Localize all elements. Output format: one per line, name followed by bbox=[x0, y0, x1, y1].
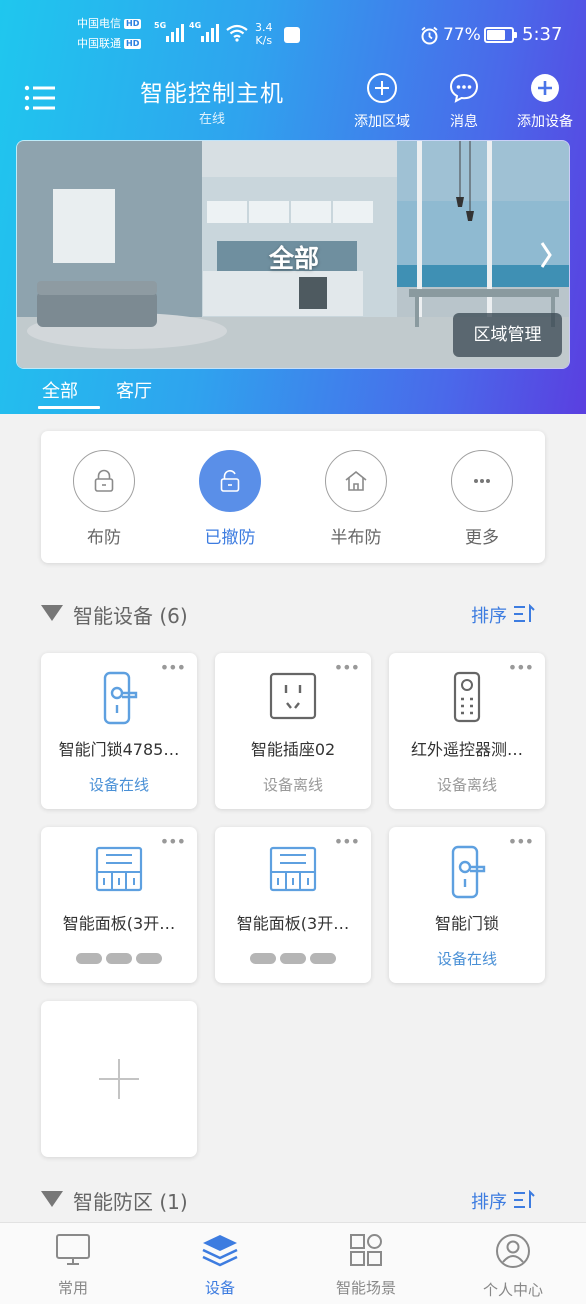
lock-open-icon bbox=[220, 470, 240, 492]
nav-profile[interactable]: 个人中心 bbox=[458, 1233, 568, 1300]
status-bar: 中国电信 HD 中国联通 HD 5G 4G 3.4 K/s 77% 5:37 bbox=[0, 0, 586, 60]
signal-icon bbox=[166, 24, 184, 42]
sort-devices-button[interactable]: 排序 bbox=[471, 602, 535, 628]
alarm-icon bbox=[421, 26, 438, 45]
add-filled-icon bbox=[531, 74, 559, 102]
lock-closed-icon bbox=[94, 469, 114, 492]
layers-icon bbox=[202, 1235, 238, 1267]
hd-badge: HD bbox=[124, 39, 142, 49]
device-card[interactable]: ••• 智能门锁4785… 设备在线 bbox=[41, 653, 197, 809]
tab-all[interactable]: 全部 bbox=[42, 377, 78, 403]
battery-tip bbox=[514, 32, 517, 38]
device-status: 设备离线 bbox=[436, 776, 497, 794]
app-screen: 中国电信 HD 中国联通 HD 5G 4G 3.4 K/s 77% 5:37 智能控制… bbox=[0, 0, 586, 1304]
network-rate: 3.4 K/s bbox=[255, 21, 273, 47]
device-status: 设备在线 bbox=[436, 950, 497, 968]
plus-icon bbox=[99, 1059, 139, 1099]
device-card[interactable]: ••• 智能面板(3开… bbox=[41, 827, 197, 983]
wifi-icon bbox=[226, 24, 248, 42]
active-tab-indicator bbox=[38, 406, 100, 409]
switch-state-pills bbox=[215, 949, 371, 968]
header: 中国电信 HD 中国联通 HD 5G 4G 3.4 K/s 77% 5:37 智能控制… bbox=[0, 0, 586, 414]
device-status: 设备在线 bbox=[88, 776, 149, 794]
device-status: 设备离线 bbox=[262, 776, 323, 794]
door-lock-icon bbox=[451, 845, 486, 899]
area-manage-button[interactable]: 区域管理 bbox=[453, 313, 562, 357]
more-dots-icon[interactable]: ••• bbox=[160, 660, 186, 676]
device-name: 智能面板(3开… bbox=[62, 914, 176, 933]
more-dots-icon[interactable]: ••• bbox=[334, 660, 360, 676]
signal-icon bbox=[201, 24, 219, 42]
switch-panel-icon bbox=[95, 846, 143, 892]
collapse-triangle-icon[interactable] bbox=[40, 1190, 64, 1208]
room-banner[interactable]: 全部 区域管理 bbox=[16, 140, 570, 369]
more-dots-icon[interactable]: ••• bbox=[334, 834, 360, 850]
collapse-triangle-icon[interactable] bbox=[40, 604, 64, 622]
switch-panel-icon bbox=[269, 846, 317, 892]
more-icon bbox=[474, 479, 490, 483]
grid-icon bbox=[350, 1234, 382, 1266]
device-card[interactable]: ••• 红外遥控器测… 设备离线 bbox=[389, 653, 545, 809]
door-lock-icon bbox=[103, 671, 138, 725]
device-card[interactable]: ••• 智能插座02 设备离线 bbox=[215, 653, 371, 809]
add-area-button[interactable]: 添加区域 bbox=[348, 72, 416, 131]
socket-icon bbox=[269, 672, 317, 720]
device-name: 智能面板(3开… bbox=[236, 914, 350, 933]
sort-icon bbox=[514, 603, 535, 622]
device-name: 智能门锁4785… bbox=[58, 740, 180, 759]
more-dots-icon[interactable]: ••• bbox=[160, 834, 186, 850]
sort-icon bbox=[514, 1189, 535, 1208]
nav-scenes[interactable]: 智能场景 bbox=[311, 1233, 421, 1298]
device-name: 智能门锁 bbox=[434, 914, 499, 933]
carrier-1: 中国电信 HD bbox=[77, 17, 142, 30]
add-circle-icon bbox=[367, 73, 397, 103]
mode-disarmed[interactable]: 已撤防 bbox=[198, 450, 262, 548]
nav-devices[interactable]: 设备 bbox=[165, 1233, 275, 1298]
more-dots-icon[interactable]: ••• bbox=[508, 660, 534, 676]
add-device-button[interactable]: 添加设备 bbox=[511, 72, 579, 131]
tab-living-room[interactable]: 客厅 bbox=[116, 377, 152, 403]
add-device-card[interactable] bbox=[41, 1001, 197, 1157]
banner-label: 全部 bbox=[268, 244, 319, 273]
device-name: 红外遥控器测… bbox=[410, 740, 523, 759]
mode-more[interactable]: 更多 bbox=[450, 450, 514, 548]
message-icon bbox=[449, 73, 479, 103]
ir-remote-icon bbox=[453, 671, 481, 723]
zones-section-title: 智能防区 (1) bbox=[73, 1190, 188, 1214]
sort-zones-button[interactable]: 排序 bbox=[471, 1188, 535, 1214]
clock-time: 5:37 bbox=[522, 24, 563, 45]
home-icon bbox=[345, 470, 367, 491]
user-icon bbox=[496, 1234, 530, 1268]
notification-app-icon bbox=[284, 27, 300, 43]
messages-button[interactable]: 消息 bbox=[438, 72, 490, 131]
carrier-2: 中国联通 HD bbox=[77, 37, 142, 50]
switch-state-pills bbox=[41, 949, 197, 968]
more-dots-icon[interactable]: ••• bbox=[508, 834, 534, 850]
battery-icon bbox=[484, 27, 514, 43]
devices-section-title: 智能设备 (6) bbox=[73, 604, 188, 628]
monitor-icon bbox=[56, 1234, 90, 1265]
mode-half-arm[interactable]: 半布防 bbox=[324, 450, 388, 548]
hd-badge: HD bbox=[124, 19, 142, 29]
mode-arm[interactable]: 布防 bbox=[72, 450, 136, 548]
device-card[interactable]: ••• 智能门锁 设备在线 bbox=[389, 827, 545, 983]
bottom-nav: 常用 设备 智能场景 个人中心 bbox=[0, 1222, 586, 1304]
nav-common[interactable]: 常用 bbox=[18, 1233, 128, 1298]
device-card[interactable]: ••• 智能面板(3开… bbox=[215, 827, 371, 983]
battery-percent: 77% bbox=[443, 25, 481, 45]
device-name: 智能插座02 bbox=[250, 740, 336, 759]
battery-fill bbox=[487, 30, 505, 40]
